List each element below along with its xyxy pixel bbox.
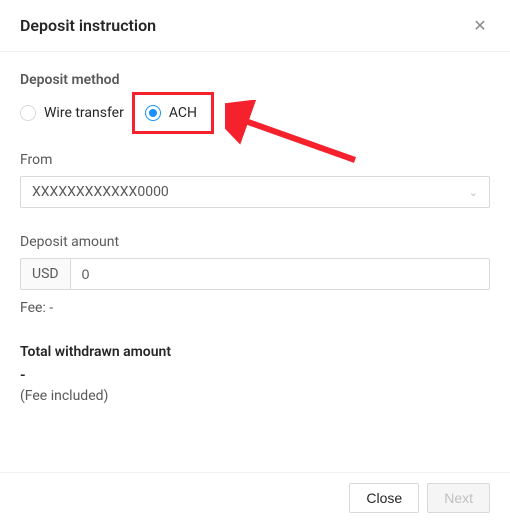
total-withdrawn-value: - — [20, 366, 490, 384]
total-withdrawn-label: Total withdrawn amount — [20, 344, 490, 360]
chevron-down-icon: ⌄ — [469, 186, 478, 199]
dialog-footer: Close Next — [0, 472, 510, 523]
close-button[interactable]: Close — [349, 483, 419, 513]
radio-ach[interactable]: ACH — [145, 105, 197, 121]
next-button[interactable]: Next — [427, 483, 490, 513]
dialog-title: Deposit instruction — [20, 16, 156, 35]
radio-icon — [145, 105, 161, 121]
close-icon[interactable]: ✕ — [470, 16, 490, 35]
annotation-highlight: ACH — [132, 92, 214, 134]
from-label: From — [20, 152, 490, 168]
dialog-body: Deposit method Wire transfer ACH From XX… — [0, 52, 510, 424]
radio-icon — [20, 105, 36, 121]
from-account-select[interactable]: XXXXXXXXXXXX0000 ⌄ — [20, 176, 490, 208]
radio-label: ACH — [169, 105, 197, 121]
select-value: XXXXXXXXXXXX0000 — [32, 184, 169, 200]
radio-label: Wire transfer — [44, 105, 124, 121]
deposit-method-radio-group: Wire transfer ACH — [20, 102, 490, 124]
fee-included-note: (Fee included) — [20, 388, 490, 404]
deposit-amount-label: Deposit amount — [20, 234, 490, 250]
dialog-header: Deposit instruction ✕ — [0, 0, 510, 52]
deposit-amount-row: USD — [20, 258, 490, 290]
deposit-method-label: Deposit method — [20, 72, 490, 88]
radio-wire-transfer[interactable]: Wire transfer — [20, 105, 124, 121]
deposit-amount-input[interactable] — [70, 258, 490, 290]
currency-addon: USD — [20, 258, 70, 290]
fee-text: Fee: - — [20, 300, 490, 316]
